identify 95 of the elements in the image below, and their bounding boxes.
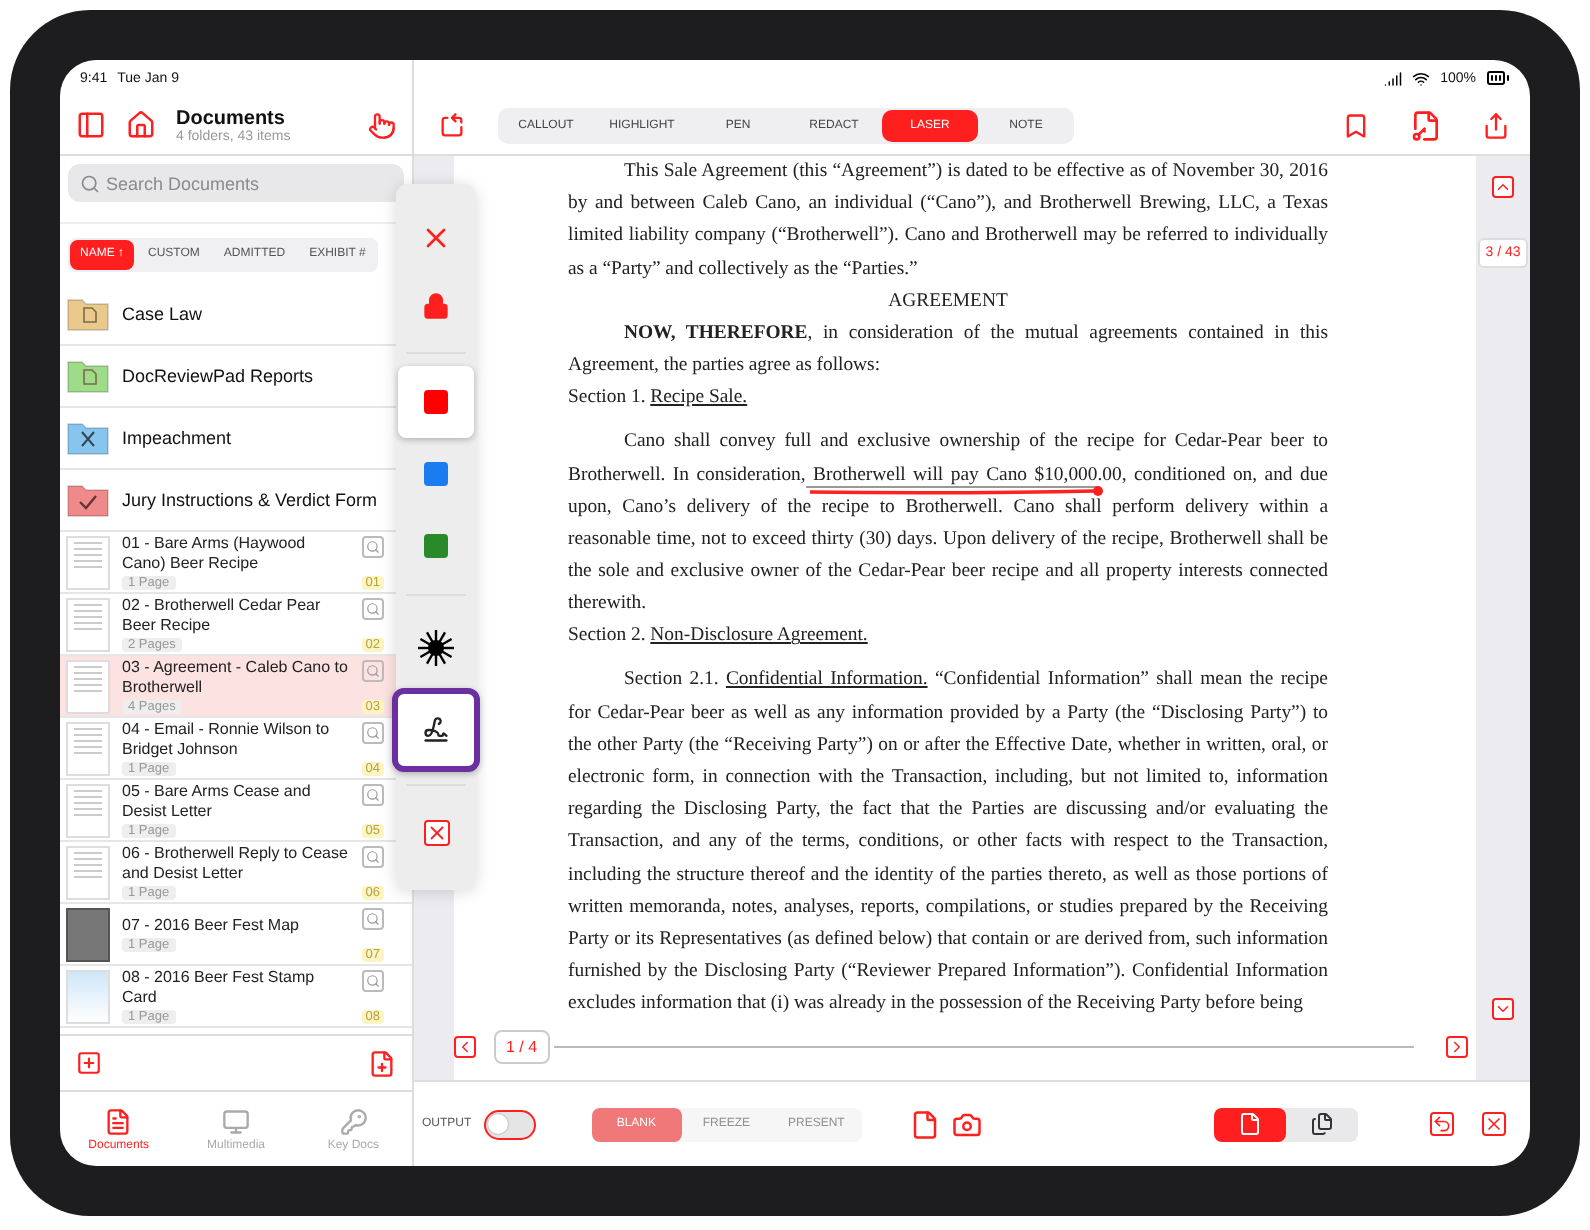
rotate-icon[interactable]: [438, 111, 466, 139]
preview-icon[interactable]: [362, 535, 384, 557]
document-text-line: including the structure thereof and the identity of the parties thereto, as well as those portions of: [568, 863, 1328, 886]
previous-page-button[interactable]: [454, 1036, 476, 1058]
document-thumbnail: [66, 535, 110, 589]
next-page-button[interactable]: [1446, 1036, 1468, 1058]
close-icon: [1484, 1114, 1504, 1134]
document-text-line: Brotherwell. In consideration, Brotherwell will pay Cano $10,000.00, conditioned on, and due: [568, 463, 1328, 485]
document-thumbnail: [66, 783, 110, 837]
card-thumbnail: [66, 969, 110, 1023]
scroll-down-button[interactable]: [1492, 998, 1514, 1020]
document-text-line: reasonable time, not to exceed thirty (30) days. Upon delivery of the recipe, Brotherwell shall be: [568, 527, 1328, 550]
section-heading: Section 2. Non-Disclosure Agreement.: [568, 624, 870, 647]
search-icon: [80, 173, 100, 193]
signal-icon: [1384, 69, 1403, 87]
search-field[interactable]: Search Documents: [68, 164, 404, 202]
preview-icon[interactable]: [362, 597, 384, 619]
section-heading: Section 1. Recipe Sale.: [568, 386, 750, 409]
camera-icon[interactable]: [951, 1109, 982, 1139]
document-heading: AGREEMENT: [886, 289, 1010, 312]
output-toggle[interactable]: [483, 1109, 536, 1139]
delete-icon: [425, 821, 447, 843]
document-text-line: limited liability company (“Brotherwell”). Cano and Brotherwell may be referred to individually: [568, 224, 1328, 247]
document-text-line: therewith.: [568, 592, 649, 615]
document-text-line: Section 2.1. Confidential Information. “Confidential Information” shall mean the recipe: [622, 668, 1328, 691]
document-title: 08 - 2016 Beer Fest Stamp Card: [122, 968, 317, 1008]
pen-stroke-button[interactable]: [392, 688, 480, 772]
close-button[interactable]: [1482, 1112, 1506, 1136]
chevron-up-icon: [1494, 178, 1512, 196]
key-icon: [339, 1107, 368, 1135]
document-title: 01 - Bare Arms (Haywood Cano) Beer Recipe: [122, 534, 308, 574]
add-icon[interactable]: [76, 1050, 102, 1076]
preview-icon[interactable]: [362, 845, 384, 867]
monitor-icon: [222, 1107, 250, 1135]
pen-stroke-icon: [422, 716, 450, 744]
chevron-down-icon: [1494, 1000, 1512, 1018]
new-file-icon[interactable]: [368, 1049, 396, 1077]
bookmark-icon[interactable]: [1342, 111, 1370, 139]
document-text-line: Party or its Representatives (as defined below) that contain or are derived from, such information: [568, 927, 1328, 950]
page-indicator[interactable]: 1 / 4: [494, 1030, 550, 1064]
single-page-icon: [1238, 1112, 1262, 1136]
document-text-line: furnished by the Disclosing Party (“Reviewer Prepared Information”). Confidential Information: [568, 960, 1328, 983]
document-thumbnail: [66, 845, 110, 899]
folder-name: DocReviewPad Reports: [122, 366, 314, 386]
two-page-icon: [1310, 1112, 1334, 1136]
home-icon[interactable]: [126, 110, 156, 140]
preview-icon[interactable]: [362, 907, 384, 929]
document-title: 06 - Brotherwell Reply to Cease and Desist Letter: [122, 844, 350, 884]
document-text-line: as a “Party” and collectively as the “Parties.”: [568, 257, 920, 280]
folder-name: Jury Instructions & Verdict Form: [122, 490, 378, 510]
folder-name: Case Law: [122, 304, 203, 324]
document-title: 07 - 2016 Beer Fest Map: [122, 916, 301, 936]
lock-icon: [422, 292, 450, 320]
document-text-line: Agreement, the parties agree as follows:: [568, 354, 883, 377]
document-thumbnail: [66, 597, 110, 651]
preview-icon[interactable]: [362, 969, 384, 991]
document-title: 04 - Email - Ronnie Wilson to Bridget Johnson: [122, 720, 332, 760]
document-title: 03 - Agreement - Caleb Cano to Brotherwell: [122, 658, 350, 698]
share-icon[interactable]: [1482, 111, 1510, 139]
document-thumbnail: [66, 659, 110, 713]
wifi-icon: [1412, 69, 1431, 87]
battery-icon: [1486, 66, 1510, 90]
preview-icon[interactable]: [362, 721, 384, 743]
undo-icon: [1432, 1114, 1452, 1134]
document-text-line: the other Party (the “Receiving Party”) on or after the Effective Date, whether in written, oral, or: [568, 733, 1328, 756]
document-title: 05 - Bare Arms Cease and Desist Letter: [122, 782, 313, 822]
document-text-line: regarding the Disclosing Party, the fact that the Parties are discussing and/or evaluating the: [568, 798, 1328, 821]
photo-placeholder: [66, 907, 110, 961]
single-page-button[interactable]: [1214, 1107, 1286, 1141]
document-text-line: the sole and exclusive owner of the Cedar-Pear beer recipe and all property interests connected: [568, 560, 1328, 583]
document-text-line: excludes information that (i) was already in the possession of the Receiving Party before being: [568, 992, 1305, 1015]
document-text-line: electronic form, in connection with the Transaction, including, but not limited to, information: [568, 766, 1328, 788]
preview-icon[interactable]: [362, 783, 384, 805]
document-text-line: upon, Cano’s delivery of the recipe to Brotherwell. Cano shall perform delivery within a: [568, 495, 1328, 518]
folder-name: Impeachment: [122, 428, 232, 448]
document-text-line: written memoranda, notes, analyses, reports, compilations, or studies prepared by the Receiving: [568, 895, 1328, 918]
document-text-line: NOW, THEREFORE, in consideration of the mutual agreements contained in this: [622, 321, 1328, 344]
chevron-right-icon: [1448, 1038, 1466, 1056]
document-text-line: by and between Caleb Cano, an individual (“Cano”), and Brotherwell Brewing, LLC, a Texas: [568, 192, 1328, 215]
sidebar-title: Documents: [176, 107, 287, 129]
document-text-line: Transaction, and any of the terms, conditions, or other facts with respect to the Transaction,: [568, 830, 1328, 853]
document-thumbnail: [66, 721, 110, 775]
burst-icon: [416, 628, 456, 668]
document-title: 02 - Brotherwell Cedar Pear Beer Recipe: [122, 596, 323, 636]
sidebar-icon[interactable]: [76, 110, 106, 140]
hand-pointer-icon[interactable]: [368, 111, 396, 139]
document-icon: [104, 1107, 133, 1135]
document-text-line: for Cedar-Pear beer as well as any information provided by a Party (the “Disclosing Party”) to: [568, 701, 1328, 724]
chevron-left-icon: [456, 1038, 474, 1056]
color-swatch[interactable]: [398, 366, 474, 438]
document-text-line: Cano shall convey full and exclusive ownership of the recipe for Cedar-Pear beer to: [622, 430, 1328, 453]
undo-button[interactable]: [1430, 1112, 1454, 1136]
scroll-up-button[interactable]: [1492, 176, 1514, 198]
key-document-icon[interactable]: [1410, 109, 1442, 141]
document-text-line: This Sale Agreement (this “Agreement”) is dated to be effective as of November 30, 2016: [622, 160, 1328, 182]
